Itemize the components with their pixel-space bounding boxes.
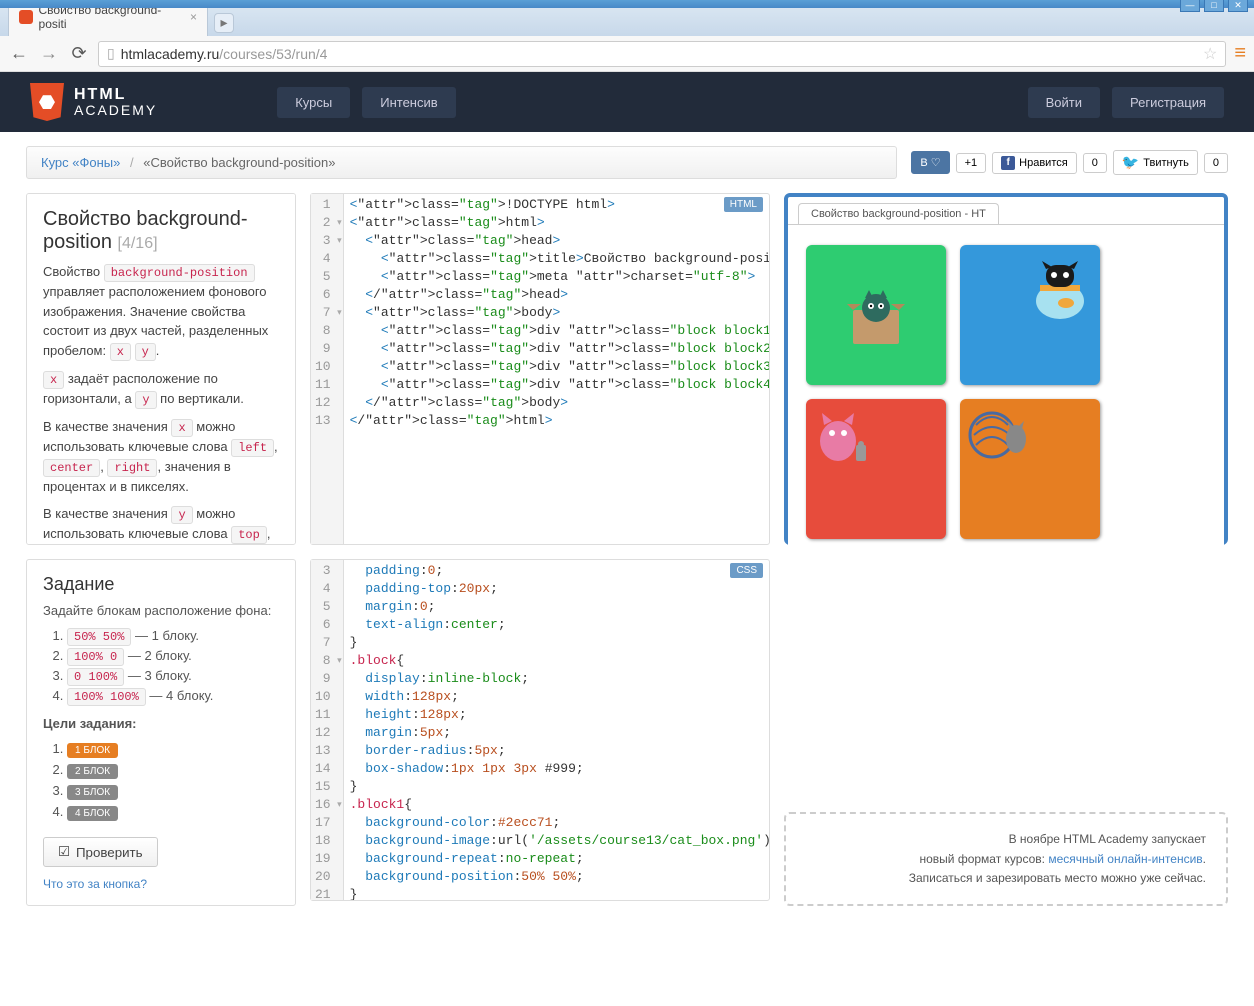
- yarn-cat-icon: [966, 405, 1030, 459]
- promo-banner: В ноябре HTML Academy запускает новый фо…: [784, 812, 1228, 906]
- css-editor[interactable]: CSS 3456789101112131415161718192021 padd…: [310, 559, 770, 901]
- nav-courses[interactable]: Курсы: [277, 87, 350, 118]
- reload-button[interactable]: ⟳: [68, 43, 90, 64]
- goal-item: 4 БЛОК: [67, 804, 279, 821]
- task-title: Задание: [43, 574, 279, 595]
- fb-like-button[interactable]: fНравится: [992, 152, 1077, 174]
- theory-panel[interactable]: Свойство background-position [4/16] Свой…: [26, 193, 296, 545]
- theory-p3: В качестве значения x можно использовать…: [43, 417, 279, 497]
- check-button[interactable]: ☑Проверить: [43, 837, 158, 867]
- window-minimize-icon[interactable]: —: [1180, 0, 1200, 12]
- goals-list: 1 БЛОК 2 БЛОК 3 БЛОК 4 БЛОК: [43, 741, 279, 821]
- task-item: 100% 100% — 4 блоку.: [67, 688, 279, 704]
- logo-text: HTMLACADEMY: [74, 87, 157, 117]
- preview-block-1: [806, 245, 946, 385]
- promo-line3: Записаться и зарезировать место можно уж…: [806, 869, 1206, 888]
- theory-p1: Свойство background-position управляет р…: [43, 262, 279, 361]
- fb-count: 0: [1083, 153, 1107, 173]
- register-button[interactable]: Регистрация: [1112, 87, 1224, 118]
- task-intro: Задайте блокам расположение фона:: [43, 603, 279, 618]
- url-input[interactable]: ▯ htmlacademy.ru/courses/53/run/4 ☆: [98, 41, 1226, 67]
- promo-line1: В ноябре HTML Academy запускает: [806, 830, 1206, 849]
- editor-badge-html: HTML: [724, 197, 763, 212]
- theory-title: Свойство background-position [4/16]: [43, 208, 279, 254]
- editor-badge-css: CSS: [730, 563, 763, 578]
- window-maximize-icon[interactable]: □: [1204, 0, 1224, 12]
- cat-box-icon: [841, 280, 911, 350]
- pink-cat-icon: [812, 405, 876, 465]
- task-panel: Задание Задайте блокам расположение фона…: [26, 559, 296, 906]
- login-button[interactable]: Войти: [1028, 87, 1100, 118]
- help-link[interactable]: Что это за кнопка?: [43, 877, 279, 891]
- browser-menu-icon[interactable]: ≡: [1234, 42, 1246, 65]
- promo-link[interactable]: месячный онлайн-интенсив: [1048, 852, 1202, 866]
- breadcrumb-parent[interactable]: Курс «Фоны»: [41, 155, 120, 170]
- goal-item: 2 БЛОК: [67, 762, 279, 779]
- vk-count: +1: [956, 153, 987, 173]
- preview-tab: Свойство background-position - HT: [798, 203, 999, 224]
- twitter-icon: 🐦: [1122, 154, 1139, 171]
- url-path: /courses/53/run/4: [219, 46, 327, 62]
- site-header: ⬣ HTMLACADEMY Курсы Интенсив Войти Регис…: [0, 72, 1254, 132]
- html-editor[interactable]: HTML 12345678910111213 <"attr">class="ta…: [310, 193, 770, 545]
- html-gutter: 12345678910111213: [311, 194, 344, 544]
- css-gutter: 3456789101112131415161718192021: [311, 560, 344, 900]
- goal-item: 3 БЛОК: [67, 783, 279, 800]
- browser-titlebar: — □ ✕: [0, 0, 1254, 8]
- task-item: 0 100% — 3 блоку.: [67, 668, 279, 684]
- page-icon: ▯: [107, 45, 115, 62]
- breadcrumb: Курс «Фоны» / «Свойство background-posit…: [26, 146, 897, 179]
- html-code[interactable]: <"attr">class="tag">!DOCTYPE html><"attr…: [344, 194, 769, 544]
- social-bar: В ♡ +1 fНравится 0 🐦Твитнуть 0: [911, 150, 1228, 175]
- new-tab-button[interactable]: ▸: [214, 13, 234, 33]
- tab-close-icon[interactable]: ×: [190, 10, 197, 24]
- preview-block-2: [960, 245, 1100, 385]
- task-item: 100% 0 — 2 блоку.: [67, 648, 279, 664]
- window-close-icon[interactable]: ✕: [1228, 0, 1248, 12]
- address-bar: ← → ⟳ ▯ htmlacademy.ru/courses/53/run/4 …: [0, 36, 1254, 72]
- theory-p2: x задаёт расположение по горизонтали, а …: [43, 369, 279, 409]
- breadcrumb-sep: /: [130, 155, 134, 170]
- logo[interactable]: ⬣ HTMLACADEMY: [30, 83, 157, 121]
- url-domain: htmlacademy.ru: [121, 46, 220, 62]
- nav-intensive[interactable]: Интенсив: [362, 87, 455, 118]
- preview-block-4: [960, 399, 1100, 539]
- goals-heading: Цели задания:: [43, 716, 279, 731]
- tw-tweet-button[interactable]: 🐦Твитнуть: [1113, 150, 1198, 175]
- back-button[interactable]: ←: [8, 43, 30, 64]
- task-item: 50% 50% — 1 блоку.: [67, 628, 279, 644]
- forward-button[interactable]: →: [38, 43, 60, 64]
- breadcrumb-current: «Свойство background-position»: [143, 155, 335, 170]
- logo-shield-icon: ⬣: [30, 83, 64, 121]
- task-list: 50% 50% — 1 блоку. 100% 0 — 2 блоку. 0 1…: [43, 628, 279, 704]
- preview-panel: Свойство background-position - HT: [784, 193, 1228, 545]
- promo-line2: новый формат курсов: месячный онлайн-инт…: [806, 850, 1206, 869]
- tw-count: 0: [1204, 153, 1228, 173]
- preview-body: [788, 224, 1224, 559]
- css-code[interactable]: padding:0; padding-top:20px; margin:0; t…: [344, 560, 769, 900]
- vk-share-button[interactable]: В ♡: [911, 151, 949, 174]
- favicon-icon: [19, 10, 33, 24]
- check-icon: ☑: [58, 844, 70, 860]
- theory-p4: В качестве значения y можно использовать…: [43, 504, 279, 545]
- preview-block-3: [806, 399, 946, 539]
- facebook-icon: f: [1001, 156, 1015, 170]
- bookmark-star-icon[interactable]: ☆: [1203, 44, 1217, 64]
- browser-tabs: Свойство background-positi × ▸: [0, 8, 1254, 36]
- cat-fishbowl-icon: [1030, 257, 1090, 321]
- goal-item: 1 БЛОК: [67, 741, 279, 758]
